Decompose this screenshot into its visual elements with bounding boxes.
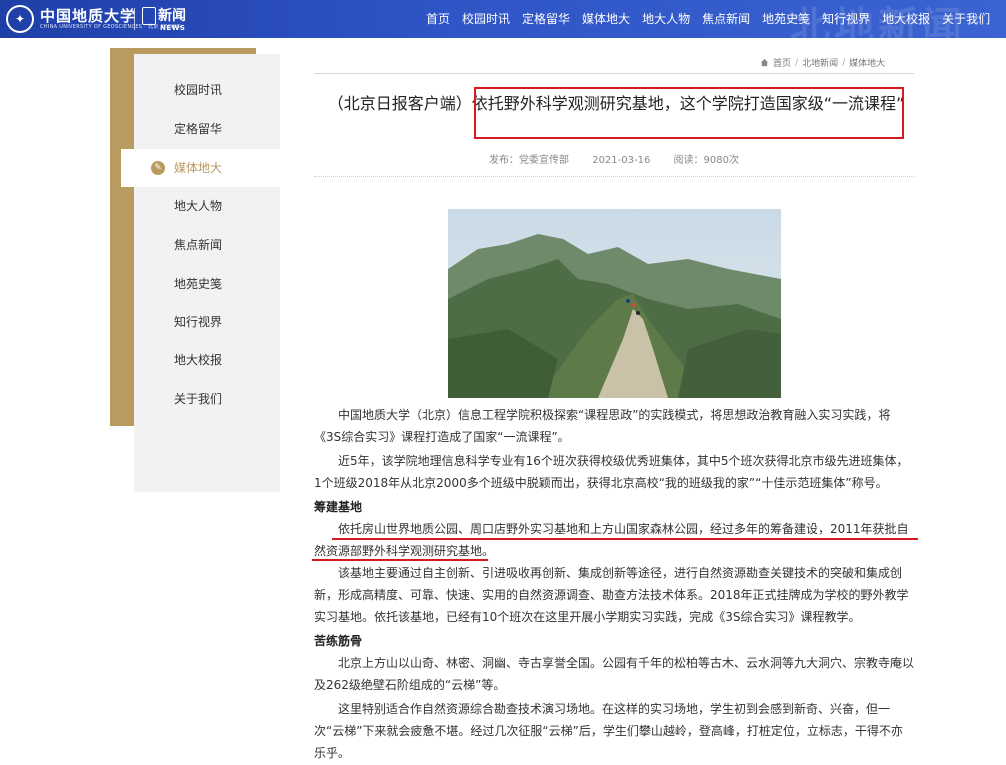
nav-media[interactable]: 媒体地大 — [576, 0, 636, 38]
sidebar-item-label: 媒体地大 — [174, 161, 223, 175]
breadcrumb-divider — [314, 73, 914, 74]
breadcrumb: 首页 / 北地新闻 / 媒体地大 — [760, 56, 916, 69]
section-heading: 筹建基地 — [314, 500, 363, 514]
mountain-ridge-photo — [448, 209, 781, 398]
article-publisher: 发布：党委宣传部 — [489, 155, 570, 166]
article-date: 2021-03-16 — [592, 155, 651, 166]
sidebar-item-about[interactable]: 关于我们 — [134, 380, 280, 418]
main-nav: 首页 校园时讯 定格留华 媒体地大 地大人物 焦点新闻 地苑史笺 知行视界 地大… — [420, 0, 996, 38]
article-paragraph: 中国地质大学（北京）信息工程学院积极探索“课程思政”的实践模式，将思想政治教育融… — [314, 408, 891, 444]
nav-home[interactable]: 首页 — [420, 0, 456, 38]
meta-divider — [314, 176, 914, 177]
breadcrumb-news[interactable]: 北地新闻 — [802, 56, 838, 69]
article-read-count: 阅读：9080次 — [673, 155, 739, 166]
breadcrumb-home[interactable]: 首页 — [773, 56, 791, 69]
highlight-underline — [312, 559, 488, 561]
sidebar-item-vision[interactable]: 知行视界 — [134, 303, 280, 341]
sidebar-item-campus-paper[interactable]: 地大校报 — [134, 341, 280, 379]
top-navigation-bar: 北地新闻 ✦ 中国地质大学 CHINA UNIVERSITY OF GEOSCI… — [0, 0, 1006, 38]
logo-divider — [134, 8, 135, 30]
nav-history[interactable]: 地苑史笺 — [756, 0, 816, 38]
article-paragraph: 该基地主要通过自主创新、引进吸收再创新、集成创新等途径，进行自然资源勘查关键技术… — [314, 566, 909, 624]
nav-about[interactable]: 关于我们 — [936, 0, 996, 38]
sidebar-item-label: 地大人物 — [174, 199, 223, 213]
sidebar-item-history[interactable]: 地苑史笺 — [134, 265, 280, 303]
article-body: 中国地质大学（北京）信息工程学院积极探索“课程思政”的实践模式，将思想政治教育融… — [314, 404, 914, 764]
nav-campus-news[interactable]: 校园时讯 — [456, 0, 516, 38]
article-paragraph: 依托房山世界地质公园、周口店野外实习基地和上方山国家森林公园，经过多年的筹备建设… — [314, 522, 909, 558]
sidebar-item-people[interactable]: 地大人物 — [134, 187, 280, 225]
breadcrumb-media[interactable]: 媒体地大 — [849, 56, 885, 69]
sidebar-item-label: 地大校报 — [174, 353, 223, 367]
sidebar-item-moments[interactable]: 定格留华 — [134, 110, 280, 148]
university-seal-icon[interactable]: ✦ — [6, 5, 34, 33]
sidebar-item-campus-news[interactable]: 校园时讯 — [134, 71, 280, 109]
sidebar-item-label: 知行视界 — [174, 315, 223, 329]
breadcrumb-separator: / — [842, 57, 846, 68]
nav-vision[interactable]: 知行视界 — [816, 0, 876, 38]
sidebar-item-label: 焦点新闻 — [174, 238, 223, 252]
nav-moments[interactable]: 定格留华 — [516, 0, 576, 38]
nav-focus-news[interactable]: 焦点新闻 — [696, 0, 756, 38]
home-icon — [760, 58, 769, 67]
article-paragraph: 近5年，该学院地理信息科学专业有16个班次获得校级优秀班集体，其中5个班次获得北… — [314, 454, 909, 490]
news-logo-english: NEWS — [160, 24, 186, 32]
nav-campus-paper[interactable]: 地大校报 — [876, 0, 936, 38]
section-heading: 苦练筋骨 — [314, 634, 363, 648]
sidebar-gold-accent — [110, 48, 134, 426]
sidebar-item-label: 定格留华 — [174, 122, 223, 136]
article-paragraph: 北京上方山以山奇、林密、洞幽、寺古享誉全国。公园有千年的松柏等古木、云水洞等九大… — [314, 656, 915, 692]
title-highlight-box — [474, 87, 904, 139]
sidebar-item-focus-news[interactable]: 焦点新闻 — [134, 226, 280, 264]
highlight-underline — [332, 538, 918, 540]
pencil-icon: ✎ — [151, 161, 165, 175]
sidebar-item-label: 校园时讯 — [174, 83, 223, 97]
sidebar-item-media[interactable]: ✎ 媒体地大 — [121, 149, 280, 187]
article-paragraph: 这里特别适合作自然资源综合勘查技术演习场地。在这样的实习场地，学生初到会感到新奇… — [314, 702, 903, 760]
news-logo-icon — [142, 7, 156, 25]
sidebar-item-label: 关于我们 — [174, 392, 223, 406]
sidebar-item-label: 地苑史笺 — [174, 277, 223, 291]
news-logo-text[interactable]: 新闻 — [158, 5, 186, 25]
article-meta: 发布：党委宣传部 2021-03-16 阅读：9080次 — [314, 151, 914, 166]
breadcrumb-separator: / — [795, 57, 799, 68]
nav-people[interactable]: 地大人物 — [636, 0, 696, 38]
